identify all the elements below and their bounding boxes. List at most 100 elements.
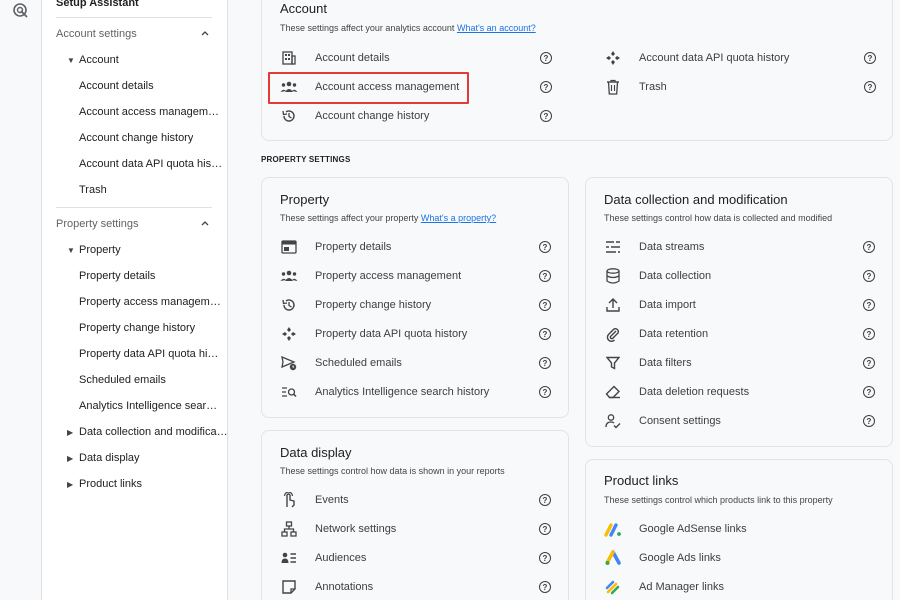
help-icon[interactable]: ? xyxy=(539,299,551,311)
card-title: Data display xyxy=(280,445,352,460)
help-icon[interactable]: ? xyxy=(863,386,875,398)
help-icon[interactable]: ? xyxy=(863,357,875,369)
chevron-up-icon xyxy=(200,28,210,38)
data-filters-link[interactable]: Data filters xyxy=(604,351,692,375)
card-subtitle: These settings affect your analytics acc… xyxy=(280,23,536,33)
help-icon[interactable]: ? xyxy=(540,81,552,93)
annotations-link[interactable]: Annotations xyxy=(280,575,373,599)
search-history-icon xyxy=(280,383,298,401)
card-title: Account xyxy=(280,1,327,16)
paperclip-icon xyxy=(604,325,622,343)
ad-manager-links[interactable]: Ad Manager links xyxy=(604,575,724,599)
scheduled-send-icon xyxy=(280,354,298,372)
sidebar-item-account-data-api-quota[interactable]: Account data API quota his… xyxy=(42,151,224,177)
sidebar-item-property-change-history[interactable]: Property change history xyxy=(42,315,224,341)
help-icon[interactable]: ? xyxy=(863,241,875,253)
sidebar-setup-assistant[interactable]: Setup Assistant xyxy=(42,0,227,16)
data-streams-link[interactable]: Data streams xyxy=(604,235,704,259)
account-change-history-link[interactable]: Account change history xyxy=(280,104,429,128)
sidebar-item-data-collection[interactable]: ▶ Data collection and modifica… xyxy=(42,419,227,445)
events-link[interactable]: Events xyxy=(280,488,349,512)
help-icon[interactable]: ? xyxy=(863,415,875,427)
row-label: Data deletion requests xyxy=(639,386,750,398)
help-icon[interactable]: ? xyxy=(539,581,551,593)
sidebar-item-trash[interactable]: Trash xyxy=(42,177,224,203)
account-settings-card: Account These settings affect your analy… xyxy=(261,0,893,141)
data-deletion-requests-link[interactable]: Data deletion requests xyxy=(604,380,749,404)
sidebar-item-property-data-api-quota[interactable]: Property data API quota hi… xyxy=(42,341,224,367)
analytics-logo-icon[interactable] xyxy=(12,2,30,20)
sidebar-item-account-access-management[interactable]: Account access managem… xyxy=(42,99,224,125)
account-data-api-quota-link[interactable]: Account data API quota history xyxy=(604,46,789,70)
sidebar-item-product-links[interactable]: ▶ Product links xyxy=(42,471,227,497)
google-ads-links[interactable]: Google Ads links xyxy=(604,546,721,570)
sidebar-item-account-details[interactable]: Account details xyxy=(42,73,224,99)
whats-an-account-link[interactable]: What's an account? xyxy=(457,23,536,33)
sidebar-item-scheduled-emails[interactable]: Scheduled emails xyxy=(42,367,224,393)
sidebar-section-property-settings[interactable]: Property settings xyxy=(42,211,227,237)
scheduled-emails-link[interactable]: Scheduled emails xyxy=(280,351,402,375)
row-label: Account change history xyxy=(315,110,430,122)
database-icon xyxy=(604,267,622,285)
help-icon[interactable]: ? xyxy=(864,81,876,93)
help-icon[interactable]: ? xyxy=(539,494,551,506)
sidebar-section-account-settings[interactable]: Account settings xyxy=(42,21,227,47)
property-data-api-quota-link[interactable]: Property data API quota history xyxy=(280,322,467,346)
sidebar-divider xyxy=(56,207,212,208)
consent-settings-link[interactable]: Consent settings xyxy=(604,409,721,433)
sidebar-item-property-details[interactable]: Property details xyxy=(42,263,224,289)
data-collection-link[interactable]: Data collection xyxy=(604,264,711,288)
help-icon[interactable]: ? xyxy=(539,357,551,369)
api-diamond-icon xyxy=(280,325,298,343)
help-icon[interactable]: ? xyxy=(539,386,551,398)
card-subtitle: These settings control how data is colle… xyxy=(604,213,833,223)
card-title: Data collection and modification xyxy=(604,192,788,207)
help-icon[interactable]: ? xyxy=(539,241,551,253)
sidebar-item-property-access-management[interactable]: Property access managem… xyxy=(42,289,224,315)
sidebar-item-property[interactable]: ▼ Property xyxy=(42,237,227,263)
history-icon xyxy=(280,296,298,314)
whats-a-property-link[interactable]: What's a property? xyxy=(421,213,496,223)
trash-link[interactable]: Trash xyxy=(604,75,667,99)
caret-right-icon: ▶ xyxy=(67,453,74,463)
help-icon[interactable]: ? xyxy=(540,52,552,64)
history-icon xyxy=(280,107,298,125)
data-import-link[interactable]: Data import xyxy=(604,293,696,317)
help-icon[interactable]: ? xyxy=(863,270,875,282)
help-icon[interactable]: ? xyxy=(539,552,551,564)
sidebar-item-analytics-intelligence[interactable]: Analytics Intelligence sear… xyxy=(42,393,224,419)
analytics-intelligence-history-link[interactable]: Analytics Intelligence search history xyxy=(280,380,489,404)
sidebar-item-account[interactable]: ▼ Account xyxy=(42,47,227,73)
help-icon[interactable]: ? xyxy=(539,270,551,282)
property-details-link[interactable]: Property details xyxy=(280,235,391,259)
property-change-history-link[interactable]: Property change history xyxy=(280,293,431,317)
help-icon[interactable]: ? xyxy=(863,328,875,340)
touch-icon xyxy=(280,491,298,509)
api-diamond-icon xyxy=(604,49,622,67)
property-access-management-link[interactable]: Property access management xyxy=(280,264,461,288)
caret-right-icon: ▶ xyxy=(67,427,74,437)
google-adsense-links[interactable]: Google AdSense links xyxy=(604,517,747,541)
sidebar-item-data-display[interactable]: ▶ Data display xyxy=(42,445,227,471)
help-icon[interactable]: ? xyxy=(539,523,551,535)
help-icon[interactable]: ? xyxy=(540,110,552,122)
help-icon[interactable]: ? xyxy=(863,299,875,311)
audience-list-icon xyxy=(280,549,298,567)
people-icon xyxy=(280,267,298,285)
audiences-link[interactable]: Audiences xyxy=(280,546,366,570)
account-details-link[interactable]: Account details xyxy=(280,46,390,70)
data-retention-link[interactable]: Data retention xyxy=(604,322,708,346)
row-label: Google AdSense links xyxy=(639,523,747,535)
network-settings-link[interactable]: Network settings xyxy=(280,517,396,541)
row-label: Analytics Intelligence search history xyxy=(315,386,490,398)
network-icon xyxy=(280,520,298,538)
help-icon[interactable]: ? xyxy=(864,52,876,64)
row-label: Account data API quota history xyxy=(639,52,790,64)
row-label: Data collection xyxy=(639,270,712,282)
row-label: Property data API quota history xyxy=(315,328,468,340)
row-label: Data filters xyxy=(639,357,692,369)
help-icon[interactable]: ? xyxy=(539,328,551,340)
sidebar-item-account-change-history[interactable]: Account change history xyxy=(42,125,224,151)
upload-icon xyxy=(604,296,622,314)
property-settings-heading: PROPERTY SETTINGS xyxy=(261,155,351,164)
